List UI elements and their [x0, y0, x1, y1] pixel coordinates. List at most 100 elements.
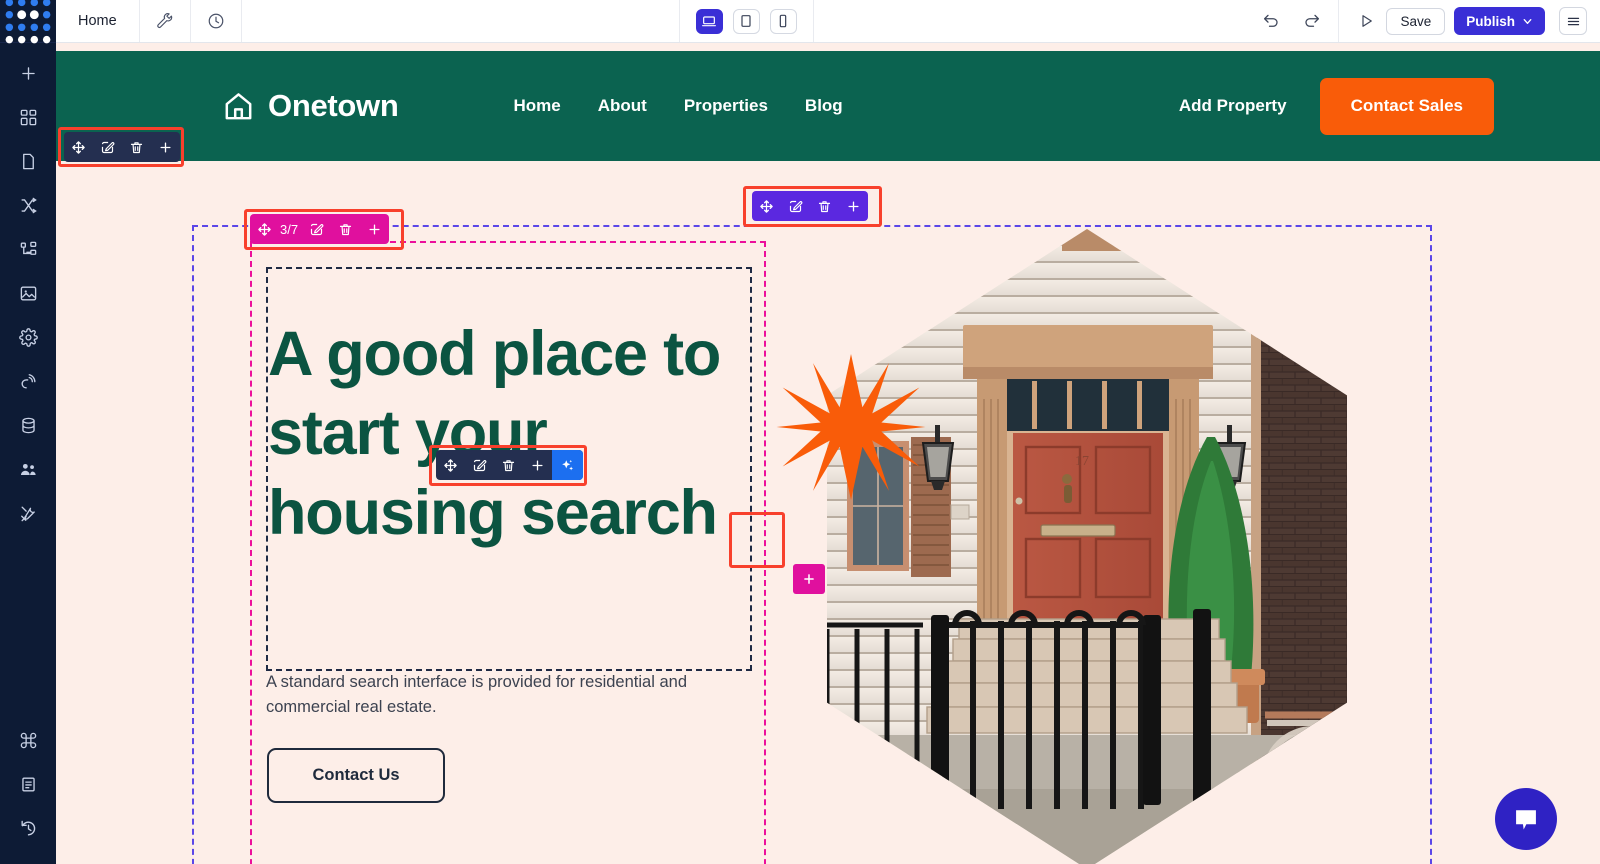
- save-button[interactable]: Save: [1386, 7, 1446, 35]
- hero-subtext[interactable]: A standard search interface is provided …: [266, 670, 756, 720]
- plus-icon: [369, 223, 380, 235]
- heading-ai-button[interactable]: [552, 450, 583, 480]
- add-property-link[interactable]: Add Property: [1179, 96, 1287, 116]
- book-icon: [21, 776, 35, 792]
- sidebar-item-cms[interactable]: [0, 403, 56, 447]
- preview-button[interactable]: [1345, 0, 1386, 42]
- inline-add-button[interactable]: [793, 564, 825, 594]
- site-nav-actions: Add Property Contact Sales: [1179, 77, 1494, 135]
- page-selector[interactable]: Home: [56, 0, 140, 42]
- section-edit-button[interactable]: [93, 132, 122, 162]
- sidebar-item-apps[interactable]: [0, 491, 56, 535]
- chat-support-button[interactable]: [1495, 788, 1557, 850]
- editor-topbar: Home Save Publish: [56, 0, 1600, 43]
- sidebar-item-settings[interactable]: [0, 315, 56, 359]
- plus-icon: [804, 574, 814, 584]
- column-counter-label: 3/7: [280, 221, 299, 237]
- house-front-door-photo: 17: [827, 229, 1347, 864]
- nav-link-blog[interactable]: Blog: [805, 96, 843, 116]
- publish-button[interactable]: Publish: [1454, 7, 1546, 35]
- rail-top-group: [0, 51, 56, 535]
- page-name-label: Home: [78, 13, 117, 29]
- starburst-shape: [776, 354, 926, 500]
- section-delete-button[interactable]: [122, 132, 151, 162]
- sidebar-item-components[interactable]: [0, 95, 56, 139]
- sidebar-item-flows[interactable]: [0, 183, 56, 227]
- sidebar-item-add[interactable]: [0, 51, 56, 95]
- device-switcher: [678, 0, 814, 42]
- trash-icon: [130, 141, 143, 153]
- publish-label: Publish: [1466, 13, 1516, 29]
- device-mobile-button[interactable]: [769, 8, 797, 34]
- move-icon: [444, 458, 457, 472]
- sidebar-item-history[interactable]: [0, 806, 56, 850]
- page-canvas: Onetown Home About Properties Blog Add P…: [56, 43, 1600, 864]
- sidebar-item-structure[interactable]: [0, 227, 56, 271]
- trash-icon: [502, 459, 515, 471]
- device-tablet-button[interactable]: [732, 8, 760, 34]
- heading-add-button[interactable]: [523, 450, 552, 480]
- heading-move-button[interactable]: [436, 450, 465, 480]
- site-logo[interactable]: Onetown: [222, 88, 399, 124]
- move-icon: [258, 222, 271, 236]
- play-icon: [1362, 15, 1372, 27]
- container-delete-button[interactable]: [810, 191, 839, 221]
- topbar-spacer-left: [242, 0, 679, 42]
- contact-us-button[interactable]: Contact Us: [267, 748, 445, 803]
- broadcast-icon: [21, 373, 36, 389]
- database-icon: [21, 417, 35, 433]
- redo-icon: [1305, 14, 1319, 27]
- column-delete-button[interactable]: [331, 214, 360, 244]
- mobile-icon: [779, 14, 787, 28]
- section-move-button[interactable]: [64, 132, 93, 162]
- tools-button[interactable]: [140, 0, 191, 42]
- chevron-down-icon: [1523, 18, 1532, 24]
- column-edit-button[interactable]: [302, 214, 331, 244]
- hero-heading[interactable]: A good place to start your housing searc…: [268, 315, 748, 553]
- main-menu-button[interactable]: [1559, 7, 1588, 35]
- sidebar-item-pages[interactable]: [0, 139, 56, 183]
- nav-link-properties[interactable]: Properties: [684, 96, 768, 116]
- plus-icon: [848, 200, 859, 212]
- blocks-icon: [20, 109, 36, 125]
- column-move-button[interactable]: [250, 214, 279, 244]
- command-icon: [20, 732, 36, 748]
- column-add-button[interactable]: [360, 214, 389, 244]
- image-icon: [20, 285, 36, 301]
- nav-link-about[interactable]: About: [598, 96, 647, 116]
- container-move-button[interactable]: [752, 191, 781, 221]
- chat-bubble-icon: [1516, 810, 1536, 830]
- hero-image-block[interactable]: 17: [776, 229, 1347, 864]
- heading-delete-button[interactable]: [494, 450, 523, 480]
- heading-edit-button[interactable]: [465, 450, 494, 480]
- column-toolbar: 3/7: [250, 214, 390, 244]
- redo-button[interactable]: [1291, 0, 1332, 42]
- shuffle-icon: [20, 197, 37, 213]
- sidebar-item-docs[interactable]: [0, 762, 56, 806]
- move-icon: [72, 140, 85, 154]
- desktop-icon: [702, 16, 717, 27]
- sidebar-item-members[interactable]: [0, 447, 56, 491]
- gear-icon: [18, 327, 38, 347]
- undo-button[interactable]: [1250, 0, 1291, 42]
- device-desktop-button[interactable]: [695, 8, 723, 34]
- undo-icon: [1263, 14, 1278, 27]
- trash-icon: [339, 223, 352, 235]
- svg-text:17: 17: [1075, 454, 1089, 469]
- app-logo[interactable]: [0, 0, 56, 44]
- container-edit-button[interactable]: [781, 191, 810, 221]
- section-add-button[interactable]: [151, 132, 180, 162]
- contact-sales-button[interactable]: Contact Sales: [1319, 77, 1494, 135]
- revision-history-button[interactable]: [191, 0, 242, 42]
- topbar-divider: [1338, 0, 1340, 42]
- page-icon: [22, 153, 34, 169]
- sidebar-item-publishing[interactable]: [0, 359, 56, 403]
- sidebar-item-shortcuts[interactable]: [0, 718, 56, 762]
- section-toolbar: [64, 132, 180, 162]
- container-add-button[interactable]: [839, 191, 868, 221]
- trash-icon: [818, 200, 831, 212]
- sidebar-item-media[interactable]: [0, 271, 56, 315]
- edit-icon: [310, 223, 324, 235]
- container-toolbar: [752, 191, 868, 221]
- nav-link-home[interactable]: Home: [514, 96, 561, 116]
